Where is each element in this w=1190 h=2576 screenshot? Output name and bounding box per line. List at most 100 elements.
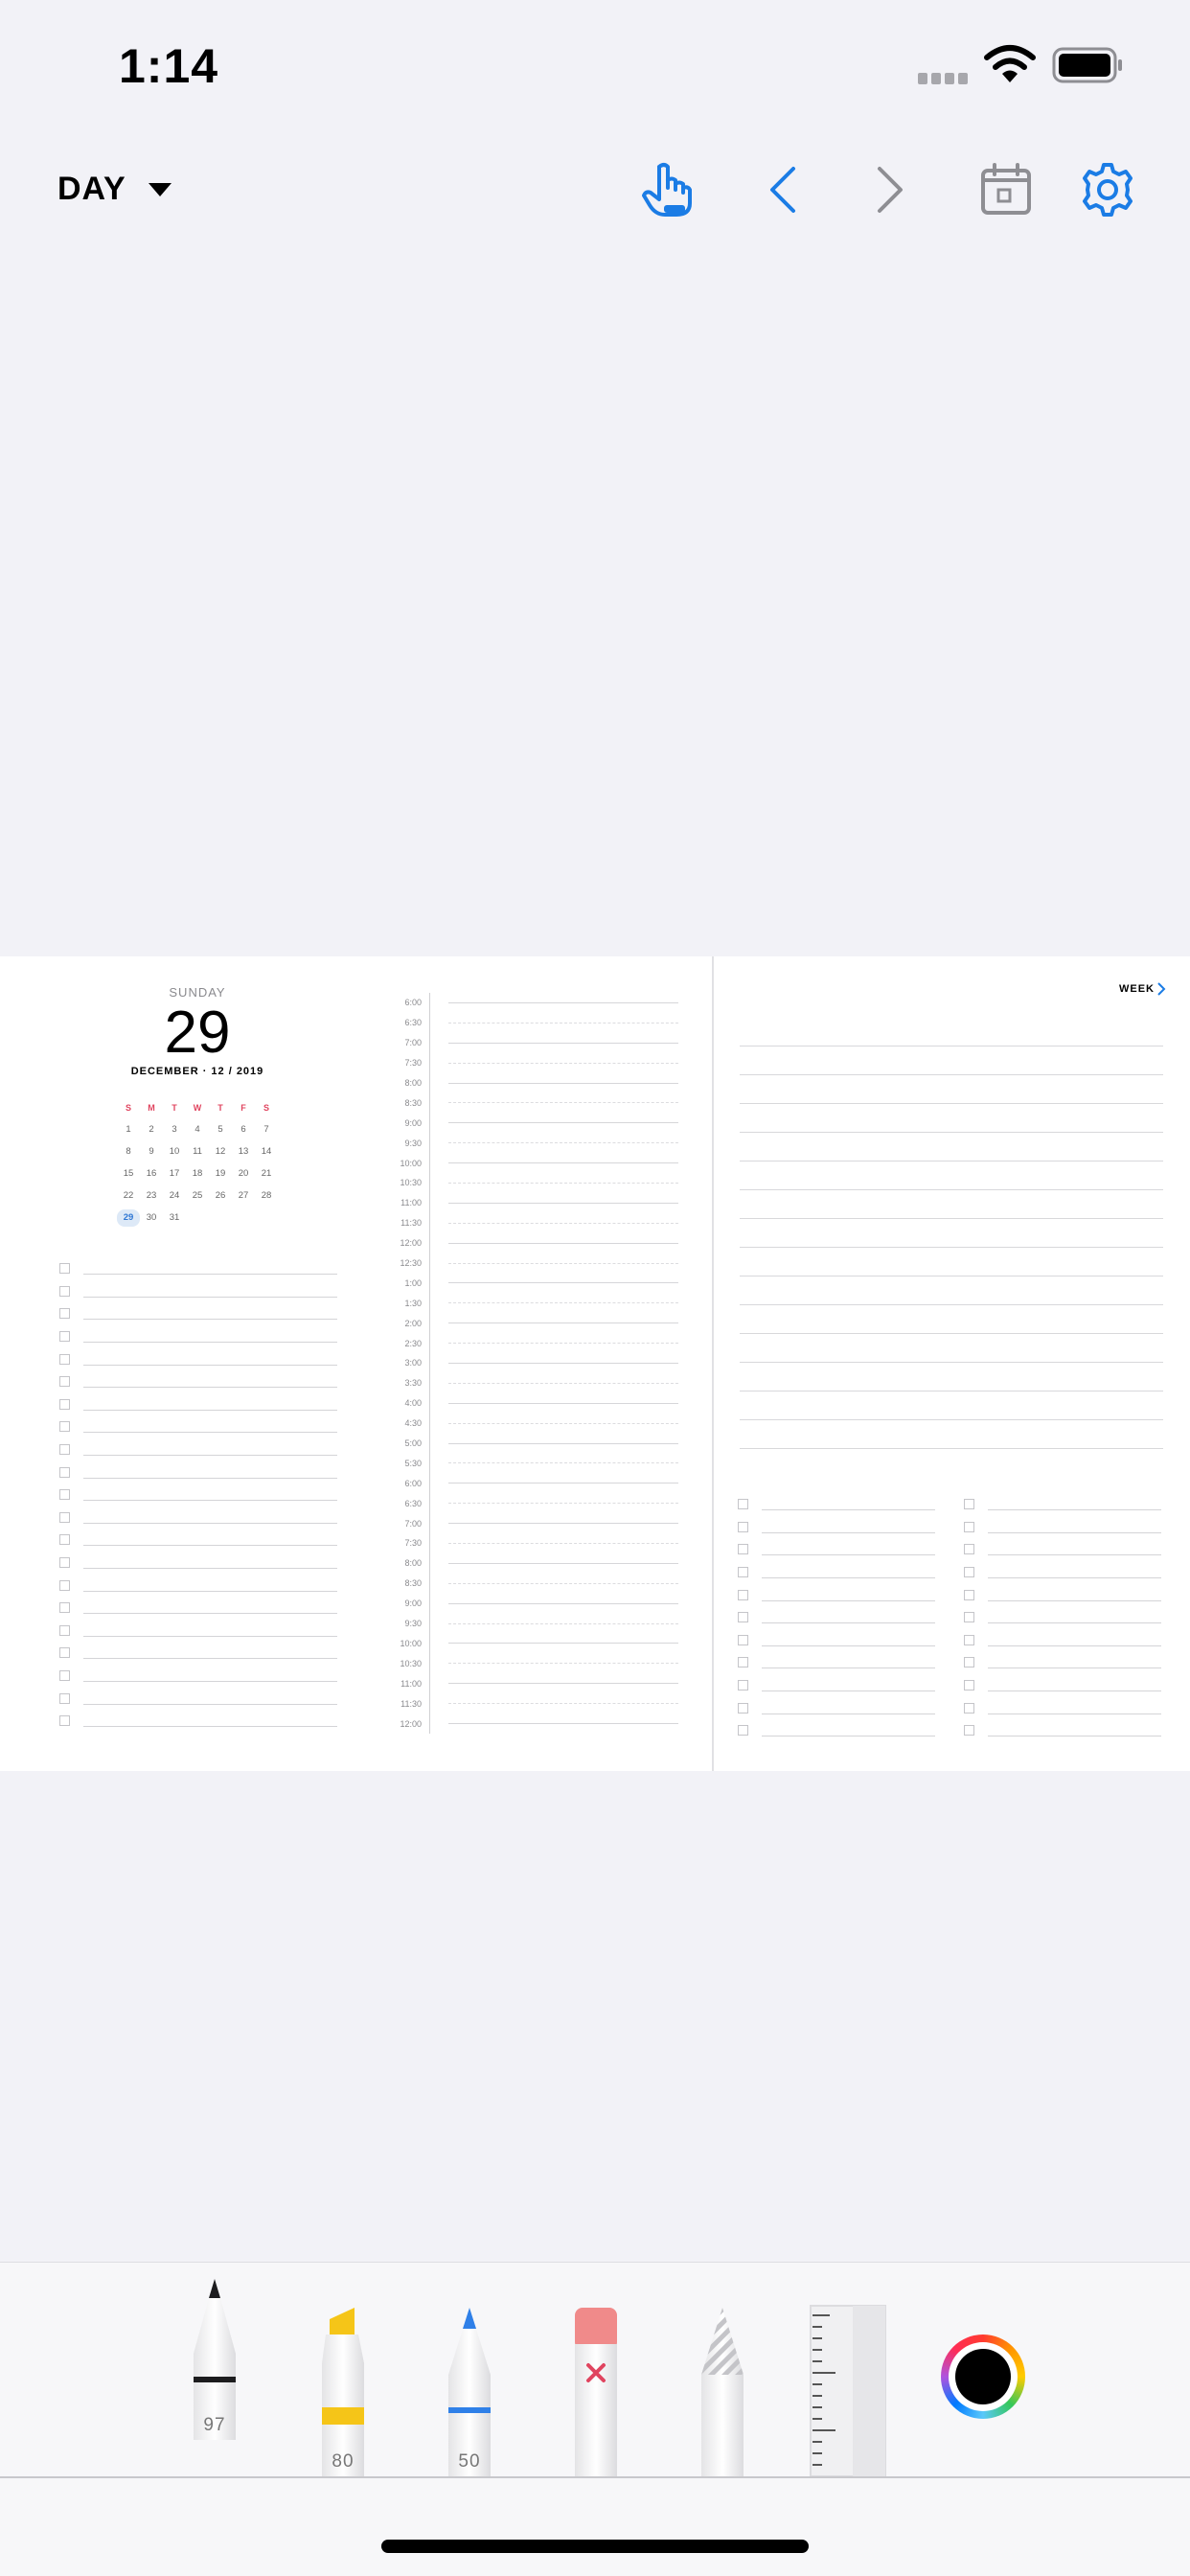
todo-item[interactable] — [964, 1493, 1161, 1516]
todo-item[interactable] — [59, 1529, 337, 1552]
todo-checkbox[interactable] — [59, 1602, 70, 1614]
todo-item[interactable] — [738, 1696, 935, 1719]
calendar-day[interactable]: 5 — [209, 1124, 232, 1135]
todo-item[interactable] — [738, 1516, 935, 1539]
todo-checkbox[interactable] — [59, 1489, 70, 1501]
color-picker-button[interactable] — [941, 2334, 1025, 2419]
todo-checkbox[interactable] — [964, 1702, 974, 1714]
todo-checkbox[interactable] — [964, 1567, 974, 1578]
todo-item[interactable] — [964, 1674, 1161, 1697]
calendar-day[interactable]: 25 — [186, 1190, 209, 1201]
todo-checkbox[interactable] — [738, 1589, 748, 1600]
todo-checkbox[interactable] — [59, 1353, 70, 1365]
calendar-day[interactable]: 7 — [255, 1124, 278, 1135]
todo-checkbox[interactable] — [738, 1567, 748, 1578]
chevron-right-icon[interactable] — [860, 161, 918, 218]
todo-item[interactable] — [59, 1302, 337, 1325]
time-slot[interactable]: 12:00 — [391, 1714, 678, 1734]
todo-item[interactable] — [59, 1438, 337, 1461]
home-indicator[interactable] — [381, 2540, 809, 2553]
view-mode-selector[interactable]: DAY — [57, 171, 172, 208]
todo-item[interactable] — [59, 1257, 337, 1280]
todo-item[interactable] — [59, 1620, 337, 1643]
time-slot[interactable]: 4:30 — [391, 1413, 678, 1434]
time-slot[interactable]: 10:30 — [391, 1653, 678, 1674]
planner-page[interactable]: SUNDAY 29 DECEMBER · 12 / 2019 SMTWTFS12… — [0, 956, 1190, 1771]
calendar-day[interactable]: 23 — [140, 1190, 163, 1201]
todo-item[interactable] — [59, 1552, 337, 1575]
todo-item[interactable] — [964, 1629, 1161, 1652]
time-slot[interactable]: 9:30 — [391, 1613, 678, 1634]
lasso-tool[interactable] — [696, 2306, 749, 2476]
time-slot[interactable]: 6:30 — [391, 1012, 678, 1033]
calendar-day[interactable]: 13 — [232, 1146, 255, 1157]
calendar-day[interactable]: 22 — [117, 1190, 140, 1201]
todo-item[interactable] — [964, 1538, 1161, 1561]
time-slot[interactable]: 11:30 — [391, 1212, 678, 1233]
pencil-tool[interactable]: 50 — [443, 2306, 496, 2476]
todo-item[interactable] — [59, 1325, 337, 1348]
todo-item[interactable] — [738, 1561, 935, 1584]
todo-item[interactable] — [738, 1493, 935, 1516]
calendar-day[interactable]: 16 — [140, 1168, 163, 1179]
time-slot[interactable]: 8:30 — [391, 1092, 678, 1114]
todo-checkbox[interactable] — [59, 1511, 70, 1523]
todo-item[interactable] — [59, 1687, 337, 1710]
calendar-day[interactable]: 27 — [232, 1190, 255, 1201]
time-slot[interactable]: 2:30 — [391, 1333, 678, 1354]
todo-item[interactable] — [964, 1719, 1161, 1742]
todo-checkbox[interactable] — [738, 1657, 748, 1668]
todo-item[interactable] — [59, 1370, 337, 1393]
todo-item[interactable] — [964, 1516, 1161, 1539]
todo-item[interactable] — [59, 1484, 337, 1506]
todo-item[interactable] — [738, 1606, 935, 1629]
time-slot[interactable]: 7:00 — [391, 1513, 678, 1534]
calendar-day[interactable]: 3 — [163, 1124, 186, 1135]
calendar-day[interactable]: 31 — [163, 1212, 186, 1223]
todo-checkbox[interactable] — [738, 1499, 748, 1510]
time-slot[interactable]: 7:00 — [391, 1032, 678, 1053]
todo-item[interactable] — [59, 1506, 337, 1530]
todo-checkbox[interactable] — [59, 1692, 70, 1704]
todo-checkbox[interactable] — [59, 1331, 70, 1343]
todo-item[interactable] — [964, 1561, 1161, 1584]
time-slot[interactable]: 10:30 — [391, 1173, 678, 1193]
todo-checkbox[interactable] — [964, 1499, 974, 1510]
calendar-day[interactable]: 10 — [163, 1146, 186, 1157]
calendar-day[interactable]: 2 — [140, 1124, 163, 1135]
calendar-icon[interactable] — [977, 161, 1035, 218]
todo-item[interactable] — [59, 1574, 337, 1597]
calendar-day[interactable]: 17 — [163, 1168, 186, 1179]
todo-item[interactable] — [59, 1393, 337, 1416]
time-slot[interactable]: 5:00 — [391, 1433, 678, 1454]
todo-checkbox[interactable] — [964, 1544, 974, 1555]
calendar-day[interactable]: 21 — [255, 1168, 278, 1179]
calendar-day[interactable]: 12 — [209, 1146, 232, 1157]
todo-item[interactable] — [964, 1696, 1161, 1719]
calendar-day[interactable]: 30 — [140, 1212, 163, 1223]
calendar-day[interactable]: 14 — [255, 1146, 278, 1157]
pen-tool[interactable]: 97 — [188, 2277, 241, 2476]
todo-checkbox[interactable] — [964, 1725, 974, 1736]
todo-checkbox[interactable] — [59, 1466, 70, 1478]
eraser-tool[interactable] — [569, 2306, 623, 2476]
time-slot[interactable]: 11:00 — [391, 1192, 678, 1213]
time-slot[interactable]: 9:00 — [391, 1593, 678, 1614]
time-slot[interactable]: 3:00 — [391, 1353, 678, 1373]
todo-checkbox[interactable] — [59, 1263, 70, 1275]
todo-checkbox[interactable] — [59, 1376, 70, 1388]
todo-checkbox[interactable] — [59, 1285, 70, 1297]
time-slot[interactable]: 6:00 — [391, 1473, 678, 1494]
todo-checkbox[interactable] — [59, 1308, 70, 1320]
todo-checkbox[interactable] — [59, 1444, 70, 1456]
time-slot[interactable]: 7:30 — [391, 1533, 678, 1553]
time-slot[interactable]: 12:00 — [391, 1232, 678, 1254]
todo-checkbox[interactable] — [738, 1702, 748, 1714]
todo-item[interactable] — [59, 1665, 337, 1688]
todo-item[interactable] — [59, 1710, 337, 1733]
todo-item[interactable] — [738, 1674, 935, 1697]
calendar-day[interactable]: 6 — [232, 1124, 255, 1135]
todo-checkbox[interactable] — [964, 1680, 974, 1691]
todo-checkbox[interactable] — [59, 1715, 70, 1727]
todo-item[interactable] — [738, 1651, 935, 1674]
